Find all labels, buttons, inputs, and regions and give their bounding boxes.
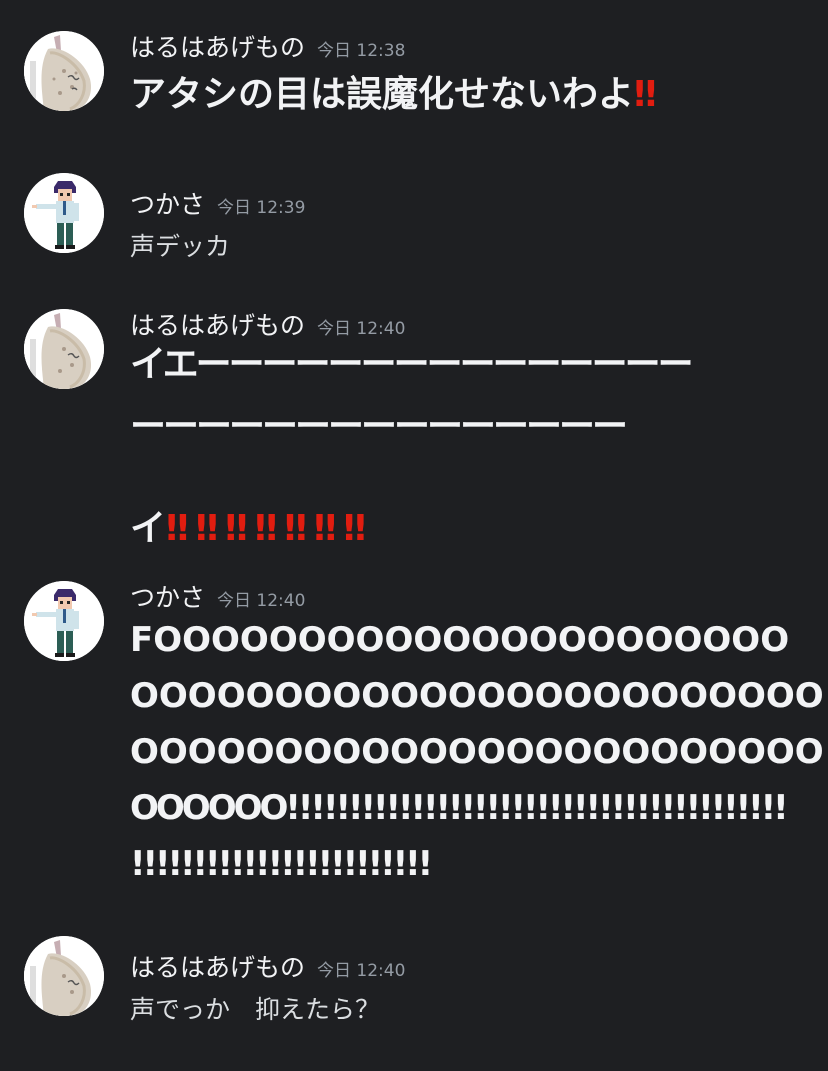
message-content: 声でっか 抑えたら？ [130, 994, 810, 1026]
double-exclamation-emoji: ‼ [313, 508, 337, 549]
message-line: FOOOOOOOOOOOOOOOOOOOOOO [130, 620, 790, 660]
username[interactable]: はるはあげもの [130, 33, 305, 62]
pointing-boy-avatar[interactable] [24, 581, 104, 661]
pointing-boy-icon [24, 173, 104, 253]
timestamp: 今日 12:38 [317, 41, 406, 61]
message-line: イエーーーーーーーーーーーーーーー [130, 344, 694, 385]
username[interactable]: はるはあげもの [130, 953, 305, 982]
fried-shrimp-avatar[interactable] [24, 936, 104, 1016]
message-text: アタシの目は誤魔化せないわよ [130, 74, 635, 115]
message-content: アタシの目は誤魔化せないわよ‼ [130, 68, 810, 122]
message-header: はるはあげもの 今日 12:40 [130, 948, 405, 984]
timestamp: 今日 12:40 [317, 961, 406, 981]
message-header: つかさ 今日 12:39 [130, 185, 305, 221]
chat-log: はるはあげもの 今日 12:38 アタシの目は誤魔化せないわよ‼ つかさ 今日 … [0, 0, 828, 1071]
double-exclamation-emoji: ‼ [343, 508, 366, 549]
fried-shrimp-avatar[interactable] [24, 309, 104, 389]
message-line: OOOOOO!!!!!!!!!!!!!!!!!!!!!!!!!!!!!!!!!!… [130, 788, 789, 828]
message-content: 声デッカ [130, 231, 810, 263]
message-line: イ‼ ‼ ‼ ‼ ‼ ‼ ‼ [130, 498, 810, 560]
pointing-boy-avatar[interactable] [24, 173, 104, 253]
fried-shrimp-avatar[interactable] [24, 31, 104, 111]
double-exclamation-emoji: ‼ [195, 508, 219, 549]
fried-shrimp-icon [24, 309, 104, 389]
message-line: ーーーーーーーーーーーーーーー [130, 406, 628, 447]
double-exclamation-emoji: ‼ [254, 508, 278, 549]
double-exclamation-emoji: ‼ [166, 508, 189, 549]
fried-shrimp-icon [24, 31, 104, 111]
timestamp: 今日 12:40 [217, 591, 306, 611]
message-line: OOOOOOOOOOOOOOOOOOOOOOOO [130, 732, 824, 772]
username[interactable]: つかさ [130, 190, 205, 219]
message-content: FOOOOOOOOOOOOOOOOOOOOOO OOOOOOOOOOOOOOOO… [130, 612, 824, 892]
message-text: 声デッカ [130, 232, 231, 261]
double-exclamation-emoji: ‼ [284, 508, 307, 549]
message-text: 声でっか 抑えたら？ [130, 995, 381, 1024]
message-text: イ [130, 508, 167, 549]
message-line: !!!!!!!!!!!!!!!!!!!!!!!! [130, 844, 433, 884]
pointing-boy-icon [24, 581, 104, 661]
emoji-row: ‼ ‼ ‼ ‼ ‼ ‼ ‼ [166, 508, 373, 549]
fried-shrimp-icon [24, 936, 104, 1016]
double-exclamation-emoji: ‼ [225, 508, 248, 549]
timestamp: 今日 12:39 [217, 198, 306, 218]
username[interactable]: つかさ [130, 583, 205, 612]
message-line: OOOOOOOOOOOOOOOOOOOOOOOO [130, 676, 824, 716]
message-content: イエーーーーーーーーーーーーーーー ーーーーーーーーーーーーーーー イ‼ ‼ ‼ ‼ ‼… [130, 334, 810, 560]
message-header: つかさ 今日 12:40 [130, 578, 305, 614]
double-exclamation-emoji: ‼ [634, 74, 657, 115]
message-header: はるはあげもの 今日 12:38 [130, 28, 405, 64]
